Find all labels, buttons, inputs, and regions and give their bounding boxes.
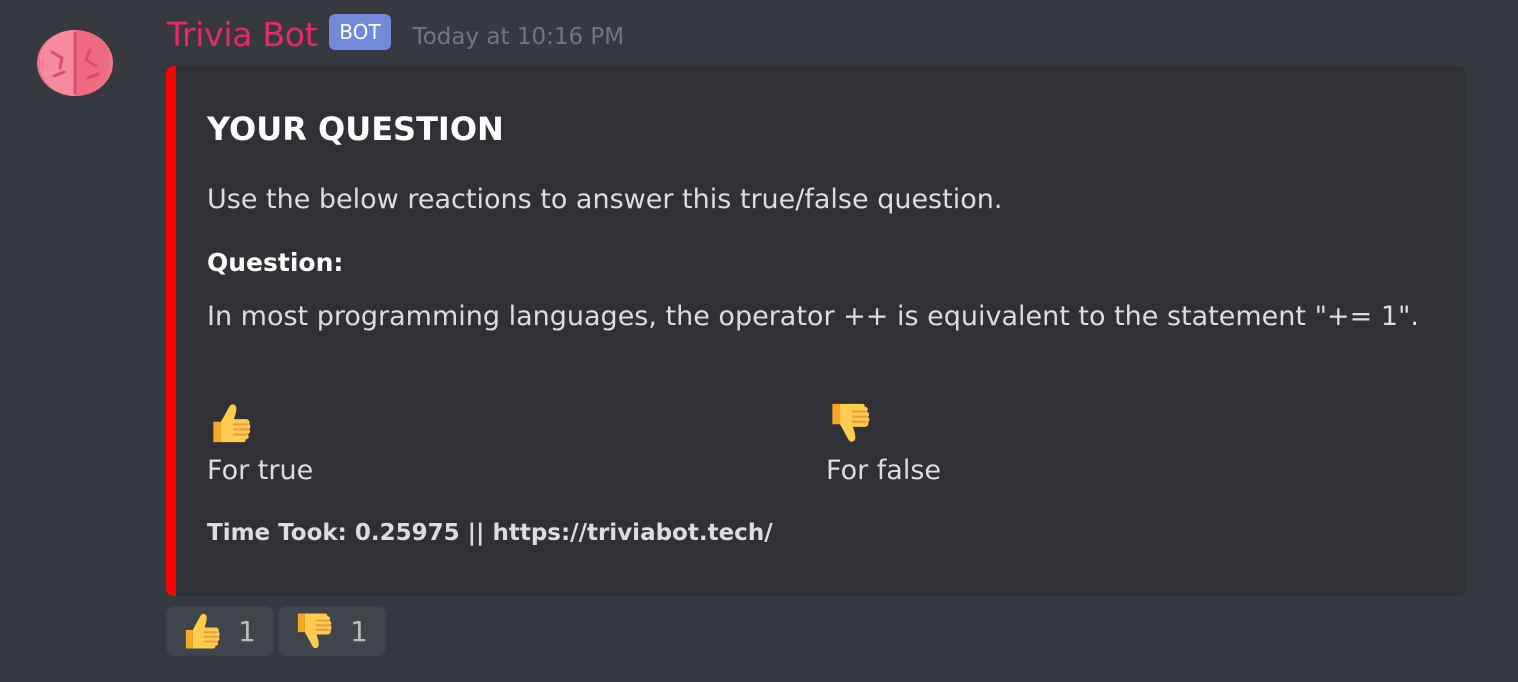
false-option-label: For false	[826, 455, 942, 486]
reactions-bar: 1 1	[166, 606, 386, 656]
message-timestamp[interactable]: Today at 10:16 PM	[413, 24, 625, 50]
thumbs-up-icon	[180, 610, 222, 652]
thumbs-up-icon	[207, 400, 253, 446]
reaction-count: 1	[350, 614, 368, 648]
reaction-thumbs-up[interactable]: 1	[166, 606, 274, 656]
thumbs-down-icon	[826, 400, 872, 446]
message-header: Trivia Bot BOT Today at 10:16 PM	[167, 12, 624, 56]
false-option: For false	[826, 400, 941, 486]
chat-message: Trivia Bot BOT Today at 10:16 PM YOUR QU…	[0, 0, 1518, 682]
thumbs-down-icon	[292, 610, 334, 652]
reaction-thumbs-down[interactable]: 1	[278, 606, 386, 656]
embed-title: YOUR QUESTION	[207, 110, 504, 148]
embed-card: YOUR QUESTION Use the below reactions to…	[166, 66, 1466, 596]
true-option: For true	[207, 400, 313, 486]
bot-badge: BOT	[329, 14, 391, 50]
true-option-label: For true	[207, 455, 314, 486]
reaction-count: 1	[238, 614, 256, 648]
author-name[interactable]: Trivia Bot	[167, 15, 318, 54]
field-name: Question:	[207, 248, 344, 277]
brain-icon[interactable]	[34, 22, 116, 104]
embed-footer: Time Took: 0.25975 || https://triviabot.…	[207, 520, 773, 546]
embed-accent-bar	[166, 66, 176, 596]
field-value: In most programming languages, the opera…	[207, 301, 1419, 332]
embed-description: Use the below reactions to answer this t…	[207, 184, 1003, 215]
